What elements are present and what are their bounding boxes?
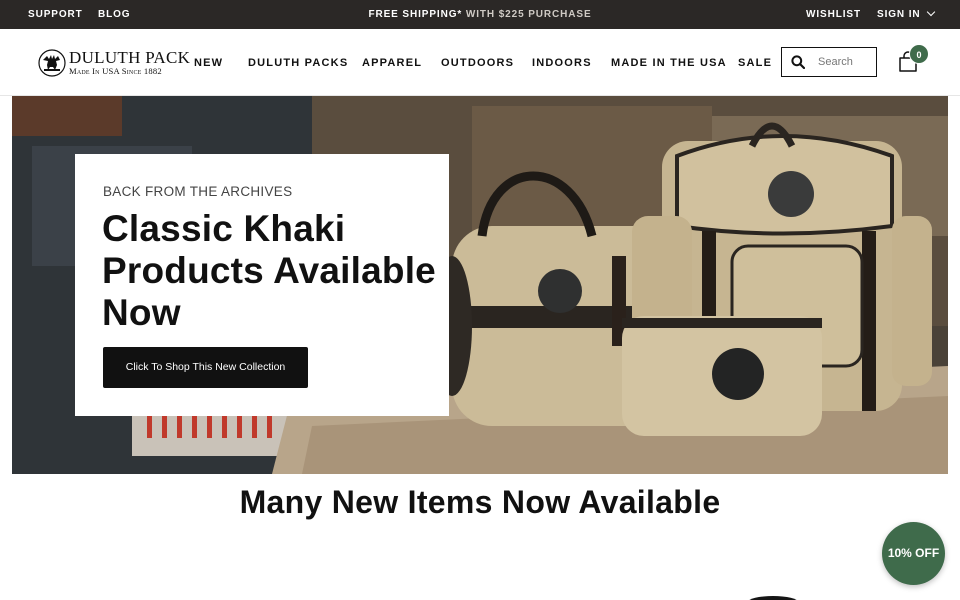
nav-new[interactable]: NEW: [194, 57, 223, 69]
product-image-peek: [748, 596, 798, 600]
nav-sale[interactable]: SALE: [738, 57, 772, 69]
hero-title: Classic Khaki Products Available Now: [102, 208, 436, 333]
nav-outdoors[interactable]: OUTDOORS: [441, 57, 514, 69]
nav-indoors[interactable]: INDOORS: [532, 57, 592, 69]
hero-eyebrow: BACK FROM THE ARCHIVES: [103, 184, 293, 199]
shipping-bold: FREE SHIPPING*: [368, 9, 463, 20]
hero-card: BACK FROM THE ARCHIVES Classic Khaki Pro…: [75, 154, 449, 416]
section-title: Many New Items Now Available: [239, 484, 721, 520]
moose-logo-icon: [38, 49, 66, 77]
search-icon[interactable]: [791, 55, 805, 69]
cart-count-badge: 0: [909, 44, 929, 64]
shop-collection-button[interactable]: Click To Shop This New Collection: [103, 347, 308, 388]
shipping-rest: WITH $225 PURCHASE: [465, 9, 592, 20]
search-box[interactable]: [781, 47, 877, 77]
nav-made-in-the-usa[interactable]: MADE IN THE USA: [611, 57, 727, 69]
nav-apparel[interactable]: APPAREL: [362, 57, 422, 69]
discount-popup-button[interactable]: 10% OFF: [882, 522, 945, 585]
hero-banner[interactable]: BACK FROM THE ARCHIVES Classic Khaki Pro…: [12, 96, 948, 474]
search-input[interactable]: [818, 54, 872, 70]
wishlist-link[interactable]: WISHLIST: [806, 9, 861, 20]
nav-duluth-packs[interactable]: DULUTH PACKS: [248, 57, 348, 69]
chevron-down-icon: [926, 7, 935, 17]
announcement-bar: SUPPORT BLOG FREE SHIPPING* WITH $225 PU…: [0, 0, 960, 29]
logo-name: Duluth Pack: [69, 48, 191, 67]
site-header: Duluth Pack Made In USA Since 1882 NEW D…: [0, 29, 960, 96]
duluth-pack-logo[interactable]: Duluth Pack Made In USA Since 1882: [38, 48, 190, 78]
sign-in-label: SIGN IN: [877, 9, 921, 20]
sign-in-link[interactable]: SIGN IN: [877, 7, 935, 20]
logo-tagline: Made In USA Since 1882: [69, 66, 162, 76]
